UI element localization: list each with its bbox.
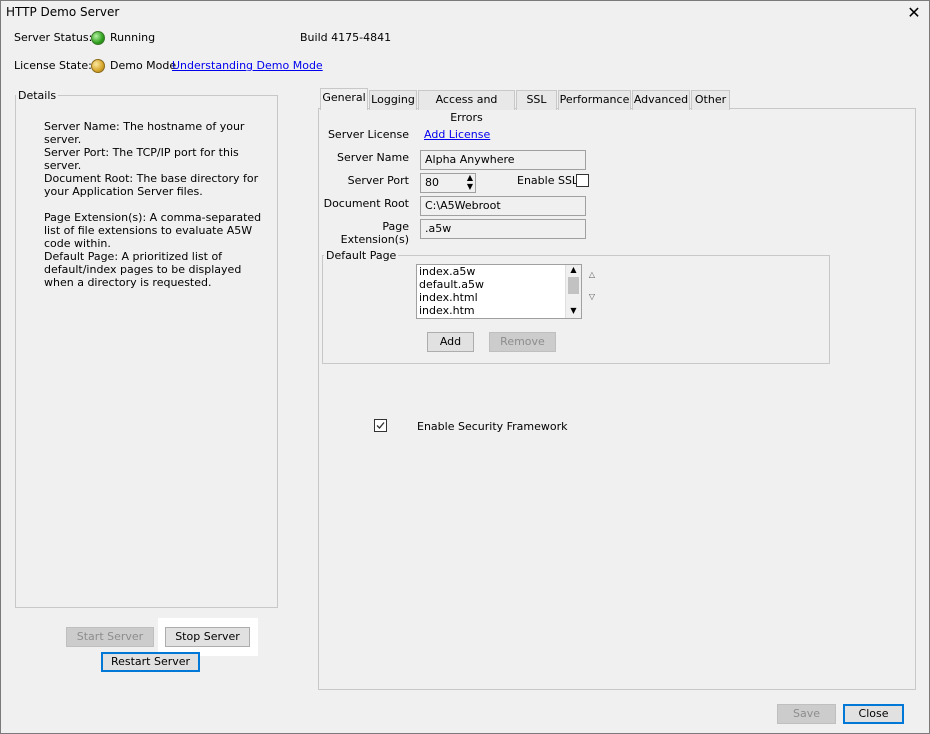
- start-server-button[interactable]: Start Server: [66, 627, 154, 647]
- license-state-value: Demo Mode: [110, 59, 177, 72]
- list-item[interactable]: index.a5w: [417, 265, 581, 278]
- server-license-label: Server License: [327, 128, 409, 141]
- server-port-label: Server Port: [347, 174, 409, 187]
- title-bar: [0, 0, 930, 27]
- restart-server-button[interactable]: Restart Server: [101, 652, 200, 672]
- server-name-field[interactable]: Alpha Anywhere: [420, 150, 586, 170]
- server-port-value: 80: [425, 176, 439, 189]
- close-button[interactable]: Close: [843, 704, 904, 724]
- details-document-root: Document Root: The base directory for yo…: [44, 172, 259, 198]
- scroll-up-icon[interactable]: ▲: [566, 265, 581, 275]
- enable-ssl-checkbox[interactable]: [576, 174, 589, 187]
- enable-security-label: Enable Security Framework: [417, 420, 568, 433]
- list-item[interactable]: index.htm: [417, 304, 581, 317]
- license-state-label: License State:: [14, 59, 92, 72]
- stop-server-button[interactable]: Stop Server: [165, 627, 250, 647]
- details-server-port: Server Port: The TCP/IP port for this se…: [44, 146, 239, 172]
- window-close-icon[interactable]: ✕: [900, 2, 928, 24]
- add-license-link[interactable]: Add License: [424, 128, 490, 141]
- move-down-icon[interactable]: ▽: [586, 292, 598, 302]
- enable-ssl-label: Enable SSL: [517, 174, 579, 187]
- move-up-icon[interactable]: △: [586, 270, 598, 280]
- spinner-down-icon[interactable]: ▼: [467, 183, 473, 191]
- scroll-down-icon[interactable]: ▼: [566, 306, 581, 316]
- details-default-page: Default Page: A prioritized list of defa…: [44, 250, 242, 289]
- tab-other[interactable]: Other: [691, 90, 730, 110]
- enable-security-checkbox[interactable]: [374, 419, 387, 432]
- spinner-up-icon[interactable]: ▲: [467, 174, 473, 182]
- server-status-label: Server Status:: [14, 31, 93, 44]
- server-name-label: Server Name: [336, 151, 409, 164]
- list-item[interactable]: index.html: [417, 291, 581, 304]
- tab-ssl[interactable]: SSL: [516, 90, 557, 110]
- server-status-value: Running: [110, 31, 156, 44]
- tab-performance[interactable]: Performance: [558, 90, 631, 110]
- details-title: Details: [16, 89, 59, 102]
- save-button[interactable]: Save: [777, 704, 836, 724]
- scroll-thumb[interactable]: [568, 277, 579, 294]
- page-extension-field[interactable]: .a5w: [420, 219, 586, 239]
- details-server-name: Server Name: The hostname of your server…: [44, 120, 245, 146]
- tab-panel: [318, 108, 916, 690]
- add-default-page-button[interactable]: Add: [427, 332, 474, 352]
- running-status-icon: [91, 31, 105, 45]
- build-number: Build 4175-4841: [300, 31, 392, 44]
- tab-general[interactable]: General: [320, 88, 368, 110]
- tab-logging[interactable]: Logging: [369, 90, 417, 110]
- understanding-demo-mode-link[interactable]: Understanding Demo Mode: [172, 59, 323, 72]
- listbox-scrollbar[interactable]: ▲ ▼: [565, 265, 581, 318]
- check-icon: [376, 422, 385, 429]
- details-page-extension: Page Extension(s): A comma-separated lis…: [44, 211, 262, 250]
- default-page-title: Default Page: [324, 249, 399, 262]
- page-extension-label: Page Extension(s): [340, 220, 409, 246]
- tab-advanced[interactable]: Advanced: [632, 90, 690, 110]
- remove-default-page-button[interactable]: Remove: [489, 332, 556, 352]
- demo-status-icon: [91, 59, 105, 73]
- window-title: HTTP Demo Server: [6, 5, 120, 19]
- document-root-field[interactable]: C:\A5Webroot: [420, 196, 586, 216]
- document-root-label: Document Root: [323, 197, 409, 210]
- tab-access-errors[interactable]: Access and Errors: [418, 90, 515, 124]
- list-item[interactable]: default.a5w: [417, 278, 581, 291]
- default-page-listbox[interactable]: index.a5w default.a5w index.html index.h…: [416, 264, 582, 319]
- server-port-spinner[interactable]: 80 ▲ ▼: [420, 173, 476, 193]
